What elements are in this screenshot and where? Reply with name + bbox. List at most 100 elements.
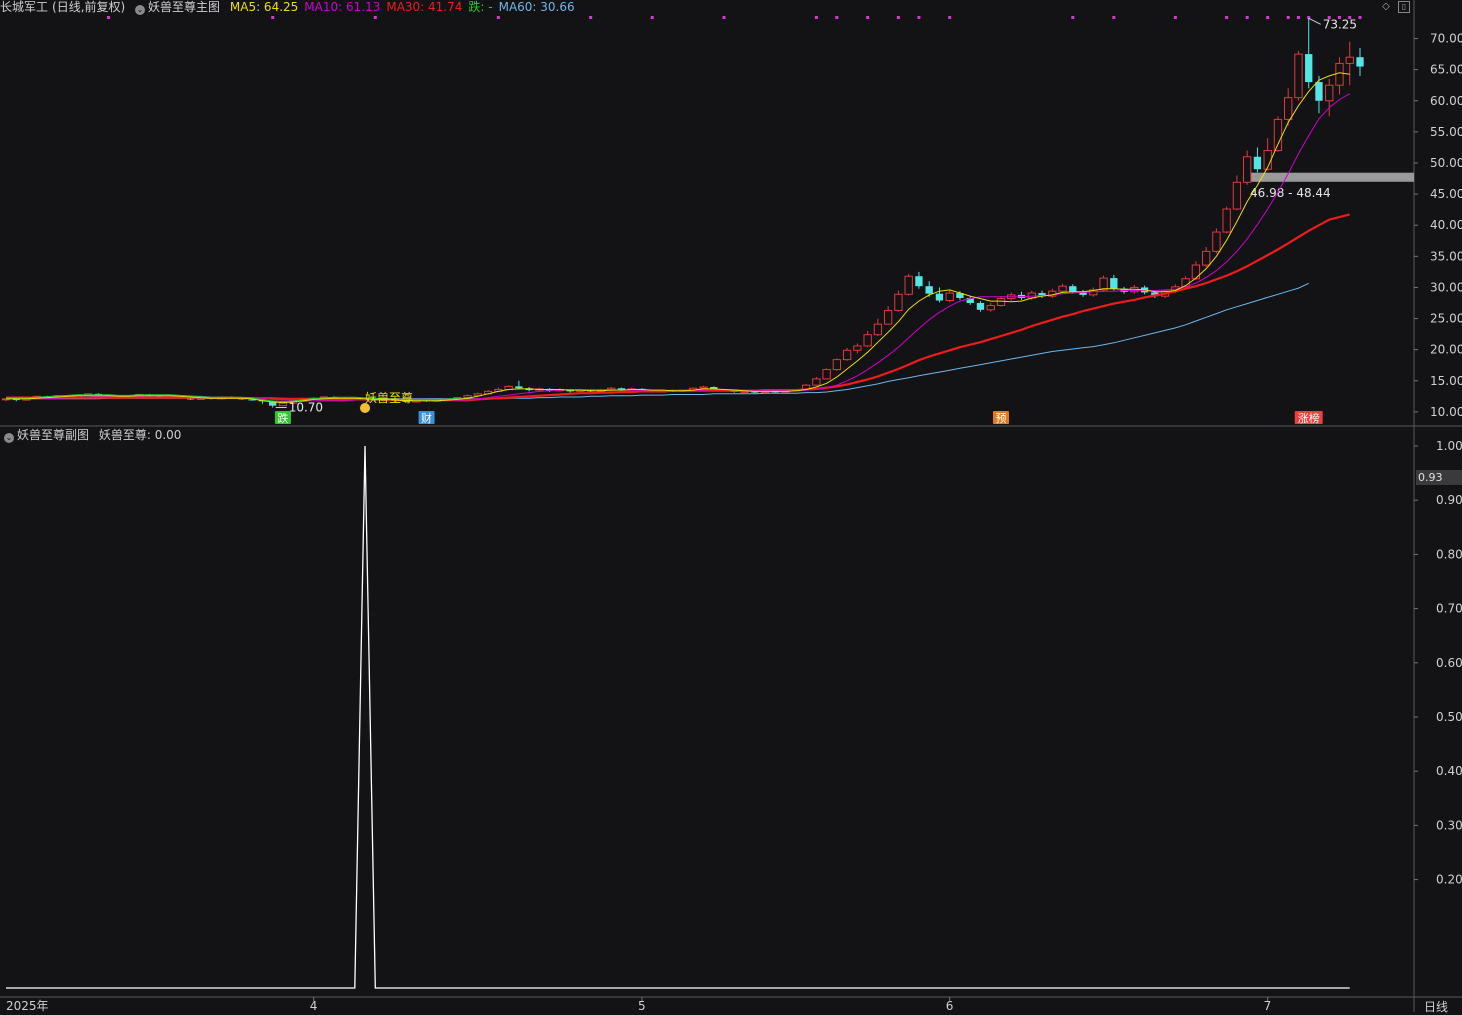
stock-name: 长城军工 xyxy=(0,0,49,14)
y-tick-label: 50.00 xyxy=(1430,156,1462,170)
signal-dot xyxy=(866,16,870,19)
x-tick-label: 4 xyxy=(310,999,318,1012)
signal-dot xyxy=(722,16,726,19)
candle-body xyxy=(1201,250,1211,266)
candle-body xyxy=(925,286,933,294)
signal-dot xyxy=(589,16,593,19)
ma-legend-item: MA5: 64.25 xyxy=(229,0,299,14)
candle-body xyxy=(1325,84,1334,102)
candle-body xyxy=(986,304,995,311)
candle-body xyxy=(812,378,821,386)
candle-body xyxy=(1222,208,1231,233)
signal-dot xyxy=(1225,16,1229,19)
y-tick-label: 25.00 xyxy=(1430,312,1462,326)
signal-dot xyxy=(496,16,500,19)
candle-body xyxy=(1345,56,1354,64)
ma60-line xyxy=(6,282,1309,400)
sub-panel-header: ⌄ 妖兽至尊副图 妖兽至尊: 0.00 xyxy=(0,428,187,443)
x-tick-label: 7 xyxy=(1264,999,1272,1012)
y-tick-label: 20.00 xyxy=(1430,343,1462,357)
sub-indicator-settings-icon[interactable]: ⌄ xyxy=(4,433,14,443)
candle-body xyxy=(515,386,523,389)
price-zone-band xyxy=(1248,172,1414,182)
panel-toggle-icon[interactable]: ▯ xyxy=(1398,1,1410,13)
y-tick-label: 40.00 xyxy=(1430,218,1462,232)
diamond-icon[interactable]: ◇ xyxy=(1380,1,1392,13)
signal-dot xyxy=(948,16,952,19)
stock-chart[interactable]: 70.00 65.00 60.00 55.00 50.00 45.00 40.00 35.00… xyxy=(0,0,1462,1012)
sub-y-tick-label: 0.40 xyxy=(1436,764,1462,778)
signal-dot xyxy=(107,16,111,19)
candle-body xyxy=(699,386,708,389)
event-tag-label: 财 xyxy=(421,411,432,425)
candle-body xyxy=(1273,118,1283,152)
ma-legend-item: 跌: - xyxy=(468,0,493,14)
x-tick-label: 5 xyxy=(638,999,646,1012)
event-tag-label: 涨榜 xyxy=(1298,411,1320,425)
candle-body xyxy=(935,293,944,301)
event-tag-label: 预 xyxy=(995,412,1006,425)
candle-body xyxy=(1335,62,1344,86)
event-tag: 跌 xyxy=(274,411,291,425)
y-tick-label: 10.00 xyxy=(1430,405,1462,419)
candle-body xyxy=(894,293,903,311)
signal-dot xyxy=(835,16,839,19)
main-indicator-name[interactable]: 妖兽至尊主图 xyxy=(148,0,220,14)
low-label: 10.70 xyxy=(289,401,323,415)
candle-body xyxy=(945,292,954,302)
signal-dot xyxy=(1173,16,1177,19)
y-tick-label: 70.00 xyxy=(1430,32,1462,46)
event-tag: 预 xyxy=(992,411,1009,425)
candle-body xyxy=(1191,264,1201,280)
candle-body xyxy=(873,323,883,336)
candle-body xyxy=(863,334,872,347)
sub-y-tick-label: 0.90 xyxy=(1436,493,1462,507)
sub-y-tick-label: 0.70 xyxy=(1436,602,1462,616)
signal-dot xyxy=(1296,16,1300,19)
candle-body xyxy=(1284,97,1293,120)
sub-panel-title[interactable]: 妖兽至尊副图 xyxy=(17,428,89,442)
y-tick-label: 45.00 xyxy=(1430,187,1462,201)
overlay-label: 妖兽至尊 xyxy=(365,390,413,405)
candle-body xyxy=(904,275,913,295)
candle-body xyxy=(1212,231,1221,252)
candle-body xyxy=(1232,181,1242,210)
candle-body xyxy=(976,302,985,310)
sub-y-tick-label: 0.60 xyxy=(1436,656,1462,670)
ma-legend: MA5: 64.25 MA10: 61.13 MA30: 41.74 跌: - MA60… xyxy=(230,0,581,14)
indicator-settings-icon[interactable]: ⌄ xyxy=(135,5,146,15)
signal-dot xyxy=(271,16,275,19)
candle-body xyxy=(1243,156,1252,183)
sub-y-tick-label: 0.50 xyxy=(1436,710,1462,724)
signal-dot xyxy=(373,16,377,19)
y-tick-label: 15.00 xyxy=(1430,374,1462,388)
signal-dot xyxy=(1286,16,1290,19)
candle-body xyxy=(1305,54,1313,83)
sub-indicator-value: 妖兽至尊: 0.00 xyxy=(98,428,182,442)
candle-body xyxy=(1099,277,1108,291)
signal-dot xyxy=(1266,16,1270,19)
candle-body xyxy=(832,359,842,371)
sub-y-tick-label: 0.80 xyxy=(1436,547,1462,561)
x-tick-label: 2025年 xyxy=(6,999,49,1012)
sub-y-tick-label: 0.20 xyxy=(1436,873,1462,887)
signal-dot xyxy=(1245,16,1249,19)
high-pointer xyxy=(1308,17,1321,25)
event-tag: 涨榜 xyxy=(1294,411,1323,425)
sub-indicator-line xyxy=(6,445,1350,989)
signal-dot xyxy=(814,16,818,19)
candle-body xyxy=(1069,286,1077,292)
y-tick-label: 55.00 xyxy=(1430,125,1462,139)
high-label: 73.25 xyxy=(1323,17,1357,31)
event-tag: 财 xyxy=(418,411,435,425)
candle-body xyxy=(1058,285,1067,292)
y-tick-label: 35.00 xyxy=(1430,249,1462,263)
candle-body xyxy=(996,298,1006,306)
x-tick-label: 6 xyxy=(946,999,954,1012)
signal-dot xyxy=(917,16,921,19)
candle-body xyxy=(842,349,852,361)
period-button[interactable]: 日线 xyxy=(1424,998,1448,1015)
zone-label: 46.98 - 48.44 xyxy=(1250,186,1331,200)
event-tag-label: 跌 xyxy=(277,411,288,425)
candle-body xyxy=(1356,57,1364,67)
